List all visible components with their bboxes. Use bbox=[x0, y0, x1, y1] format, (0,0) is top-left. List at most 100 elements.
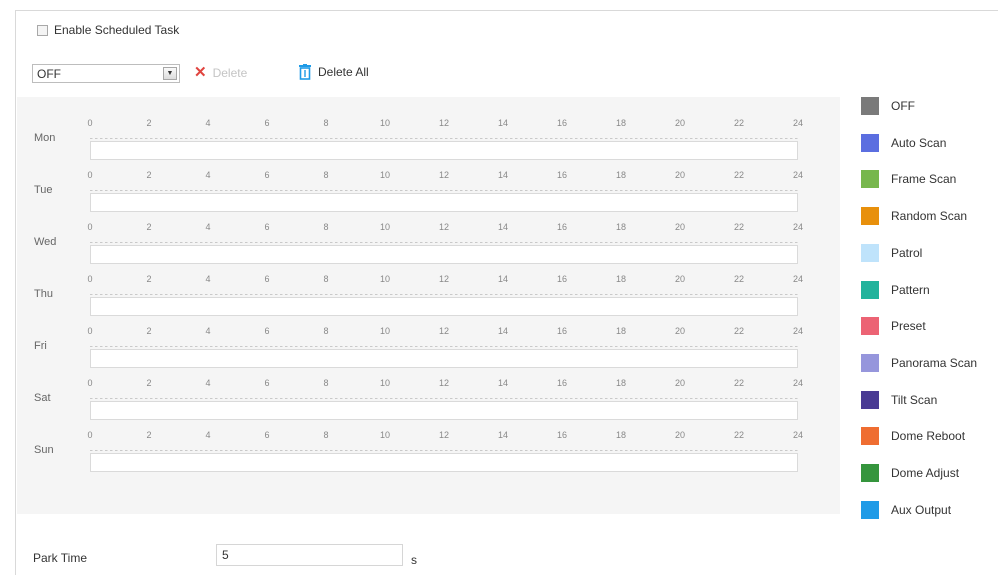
hour-tick-label: 2 bbox=[146, 274, 152, 284]
hour-tick-label: 6 bbox=[264, 274, 270, 284]
hour-tick-label: 22 bbox=[733, 118, 745, 128]
hour-tick-label: 4 bbox=[205, 118, 211, 128]
hour-tick-label: 0 bbox=[87, 430, 93, 440]
legend-label: Preset bbox=[891, 319, 926, 333]
hour-ruler bbox=[90, 190, 798, 191]
hour-tick-label: 18 bbox=[615, 326, 627, 336]
legend-item[interactable]: Auto Scan bbox=[861, 134, 946, 152]
schedule-row: Mon 0 2 4 6 8 10 12 14 16 18 20 22 24 bbox=[17, 105, 840, 160]
delete-all-button[interactable]: Delete All bbox=[298, 64, 369, 80]
enable-scheduled-task-checkbox[interactable] bbox=[37, 24, 48, 36]
legend-item[interactable]: Dome Adjust bbox=[861, 464, 959, 482]
schedule-row: Thu 0 2 4 6 8 10 12 14 16 18 20 22 24 bbox=[17, 261, 840, 316]
hour-tick-label: 16 bbox=[556, 378, 568, 388]
hour-tick-label: 20 bbox=[674, 118, 686, 128]
legend-label: Panorama Scan bbox=[891, 356, 978, 370]
hour-tick-label: 16 bbox=[556, 222, 568, 232]
legend-item[interactable]: Patrol bbox=[861, 244, 922, 262]
legend-color-swatch bbox=[861, 501, 879, 519]
schedule-row: Tue 0 2 4 6 8 10 12 14 16 18 20 22 24 bbox=[17, 157, 840, 212]
hour-tick-label: 22 bbox=[733, 274, 745, 284]
legend-label: Tilt Scan bbox=[891, 393, 938, 407]
hour-tick-label: 20 bbox=[674, 326, 686, 336]
hour-tick-label: 2 bbox=[146, 378, 152, 388]
hour-tick-label: 10 bbox=[379, 326, 391, 336]
hour-tick-label: 14 bbox=[497, 118, 509, 128]
legend-label: Pattern bbox=[891, 283, 930, 297]
weekly-schedule-grid: Mon 0 2 4 6 8 10 12 14 16 18 20 22 24 Tue 0 2 4 6 8 10 12 14 16… bbox=[17, 97, 840, 514]
legend-color-swatch bbox=[861, 281, 879, 299]
legend-color-swatch bbox=[861, 317, 879, 335]
legend-item[interactable]: Pattern bbox=[861, 281, 930, 299]
hour-tick-label: 12 bbox=[438, 274, 450, 284]
hour-tick-label: 20 bbox=[674, 170, 686, 180]
hour-tick-label: 12 bbox=[438, 430, 450, 440]
day-time-bar[interactable] bbox=[90, 453, 798, 472]
hour-tick-label: 24 bbox=[792, 222, 804, 232]
hour-tick-label: 22 bbox=[733, 378, 745, 388]
hour-tick-label: 14 bbox=[497, 378, 509, 388]
legend-color-swatch bbox=[861, 170, 879, 188]
enable-scheduled-task-label: Enable Scheduled Task bbox=[54, 23, 180, 37]
legend-color-swatch bbox=[861, 207, 879, 225]
hour-tick-label: 16 bbox=[556, 274, 568, 284]
hour-tick-label: 0 bbox=[87, 378, 93, 388]
hour-tick-label: 4 bbox=[205, 222, 211, 232]
legend-item[interactable]: Preset bbox=[861, 317, 926, 335]
park-time-input[interactable] bbox=[216, 544, 403, 566]
day-label: Tue bbox=[34, 184, 53, 196]
hour-tick-label: 24 bbox=[792, 274, 804, 284]
legend-item[interactable]: OFF bbox=[861, 97, 915, 115]
legend-item[interactable]: Dome Reboot bbox=[861, 427, 965, 445]
hour-tick-label: 8 bbox=[323, 326, 329, 336]
enable-scheduled-task-row[interactable]: Enable Scheduled Task bbox=[37, 23, 179, 37]
hour-tick-label: 12 bbox=[438, 378, 450, 388]
hour-tick-label: 4 bbox=[205, 170, 211, 180]
hour-ruler bbox=[90, 450, 798, 451]
hour-tick-label: 4 bbox=[205, 326, 211, 336]
legend-item[interactable]: Aux Output bbox=[861, 501, 951, 519]
panel-border-left bbox=[15, 10, 16, 575]
hour-ruler bbox=[90, 346, 798, 347]
delete-button-label: Delete bbox=[212, 66, 248, 80]
hour-tick-label: 24 bbox=[792, 430, 804, 440]
delete-all-button-label: Delete All bbox=[318, 65, 369, 79]
day-label: Thu bbox=[34, 288, 53, 300]
hour-tick-label: 12 bbox=[438, 326, 450, 336]
day-label: Sun bbox=[34, 444, 54, 456]
hour-tick-label: 2 bbox=[146, 170, 152, 180]
legend-item[interactable]: Tilt Scan bbox=[861, 391, 937, 409]
day-label: Wed bbox=[34, 236, 57, 248]
legend-item[interactable]: Random Scan bbox=[861, 207, 967, 225]
legend-item[interactable]: Frame Scan bbox=[861, 170, 956, 188]
hour-tick-label: 22 bbox=[733, 222, 745, 232]
legend-item[interactable]: Panorama Scan bbox=[861, 354, 977, 372]
legend-color-swatch bbox=[861, 354, 879, 372]
hour-tick-label: 6 bbox=[264, 326, 270, 336]
hour-tick-label: 12 bbox=[438, 118, 450, 128]
hour-tick-label: 10 bbox=[379, 170, 391, 180]
hour-tick-label: 14 bbox=[497, 170, 509, 180]
hour-tick-label: 6 bbox=[264, 430, 270, 440]
hour-tick-label: 10 bbox=[379, 274, 391, 284]
chevron-down-icon[interactable]: ▼ bbox=[163, 67, 177, 80]
hour-tick-label: 10 bbox=[379, 430, 391, 440]
task-mode-select[interactable]: OFF ▼ bbox=[32, 64, 180, 83]
hour-tick-label: 8 bbox=[323, 118, 329, 128]
hour-tick-label: 18 bbox=[615, 118, 627, 128]
legend-label: Patrol bbox=[891, 246, 923, 260]
hour-ruler bbox=[90, 138, 798, 139]
legend-label: Dome Reboot bbox=[891, 429, 966, 443]
delete-button[interactable]: ✕ Delete bbox=[194, 65, 248, 80]
hour-ruler bbox=[90, 398, 798, 399]
trash-icon bbox=[299, 64, 311, 80]
hour-tick-label: 0 bbox=[87, 222, 93, 232]
hour-tick-label: 6 bbox=[264, 378, 270, 388]
park-time-label: Park Time bbox=[33, 551, 88, 565]
park-time-unit: s bbox=[411, 553, 417, 567]
hour-tick-label: 4 bbox=[205, 430, 211, 440]
hour-tick-label: 16 bbox=[556, 326, 568, 336]
hour-tick-label: 2 bbox=[146, 118, 152, 128]
hour-ruler bbox=[90, 294, 798, 295]
hour-tick-label: 20 bbox=[674, 430, 686, 440]
